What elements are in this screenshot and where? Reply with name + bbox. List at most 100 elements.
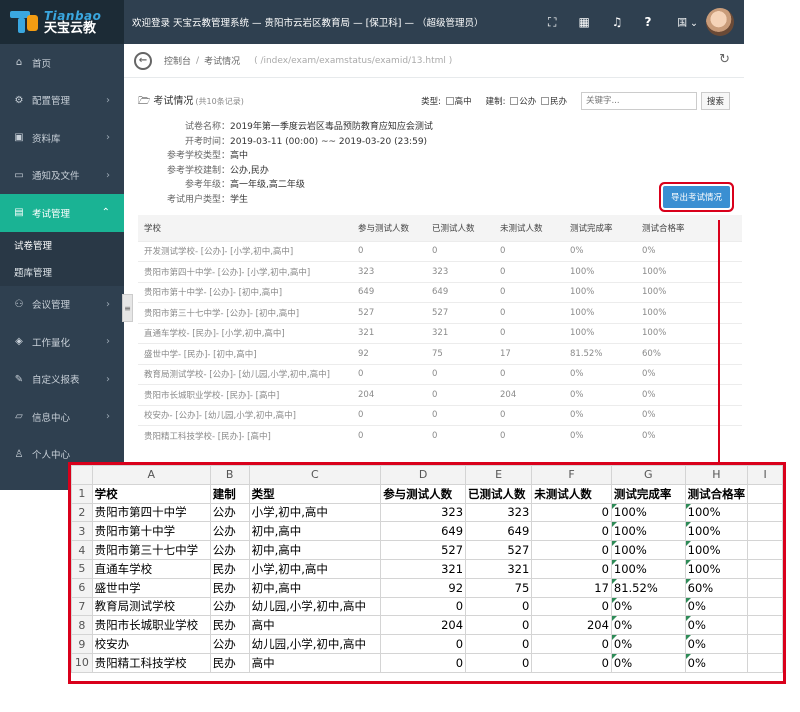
bell-icon[interactable]: ♫ — [612, 15, 623, 29]
sheet-cell[interactable]: 0 — [380, 596, 467, 617]
sheet-cell[interactable] — [747, 596, 783, 617]
column-header[interactable]: 已测试人数 — [426, 215, 494, 241]
sheet-cell[interactable]: 已测试人数 — [465, 483, 533, 504]
sheet-column-header[interactable]: I — [747, 465, 783, 485]
sheet-row-number[interactable]: 7 — [71, 596, 93, 617]
sheet-cell[interactable]: 321 — [465, 558, 533, 579]
sheet-cell[interactable]: 0% — [610, 615, 686, 636]
sheet-cell[interactable]: 0 — [380, 652, 467, 673]
refresh-icon[interactable]: ↻ — [719, 52, 730, 67]
sheet-cell[interactable]: 小学,初中,高中 — [248, 558, 382, 579]
sheet-cell[interactable]: 初中,高中 — [248, 521, 382, 542]
sheet-cell[interactable]: 0 — [531, 596, 612, 617]
submenu-item[interactable]: 题库管理 — [0, 259, 124, 286]
sidebar-item-gear[interactable]: ⚙ 配置管理 › — [0, 82, 124, 120]
sheet-cell[interactable]: 0% — [610, 652, 686, 673]
system-public-label[interactable]: 公办 — [519, 97, 536, 107]
sidebar-item-edit[interactable]: ✎ 自定义报表 › — [0, 361, 124, 399]
sheet-cell[interactable]: 100% — [610, 558, 686, 579]
sheet-cell[interactable]: 100% — [610, 521, 686, 542]
column-header[interactable]: 学校 — [138, 215, 352, 241]
sheet-cell[interactable]: 75 — [465, 577, 533, 598]
sheet-cell[interactable]: 未测试人数 — [531, 483, 612, 504]
sheet-column-header[interactable]: G — [610, 465, 686, 485]
sheet-cell[interactable]: 92 — [380, 577, 467, 598]
sheet-cell[interactable] — [747, 634, 783, 654]
sheet-column-header[interactable]: E — [465, 465, 533, 485]
sheet-cell[interactable]: 0 — [465, 615, 533, 636]
sheet-cell[interactable]: 幼儿园,小学,初中,高中 — [248, 596, 382, 617]
sheet-cell[interactable] — [747, 577, 783, 598]
sheet-cell[interactable]: 贵阳市第十中学 — [91, 521, 211, 542]
search-input[interactable] — [580, 92, 697, 110]
sheet-cell[interactable]: 类型 — [248, 483, 382, 504]
sheet-cell[interactable]: 204 — [531, 615, 612, 636]
sheet-row-number[interactable]: 5 — [71, 558, 93, 579]
sheet-cell[interactable]: 527 — [465, 540, 533, 560]
sheet-cell[interactable]: 幼儿园,小学,初中,高中 — [248, 634, 382, 654]
sheet-cell[interactable] — [747, 540, 783, 560]
sheet-row-number[interactable]: 10 — [71, 652, 93, 673]
column-header[interactable]: 参与测试人数 — [352, 215, 426, 241]
sheet-cell[interactable] — [747, 521, 783, 542]
sidebar-item-book[interactable]: ▤ 考试管理 ⌃ — [0, 194, 124, 232]
system-public-checkbox[interactable] — [510, 97, 519, 105]
sheet-cell[interactable]: 公办 — [209, 596, 250, 617]
sheet-cell[interactable]: 贵阳精工科技学校 — [91, 652, 211, 673]
sheet-cell[interactable]: 60% — [684, 577, 749, 598]
sheet-cell[interactable]: 民办 — [209, 652, 250, 673]
sheet-cell[interactable]: 17 — [531, 577, 612, 598]
sheet-cell[interactable]: 测试完成率 — [610, 483, 686, 504]
sheet-cell[interactable]: 0 — [531, 558, 612, 579]
sheet-column-header[interactable]: C — [248, 465, 382, 485]
sheet-cell[interactable] — [747, 652, 783, 673]
sheet-row-number[interactable]: 2 — [71, 502, 93, 523]
column-header[interactable]: 测试完成率 — [564, 215, 636, 241]
sidebar-item-database[interactable]: ▣ 资料库 › — [0, 119, 124, 157]
sheet-column-header[interactable]: F — [531, 465, 612, 485]
sheet-cell[interactable]: 0 — [465, 652, 533, 673]
system-private-checkbox[interactable] — [540, 97, 549, 105]
sheet-cell[interactable]: 100% — [684, 521, 749, 542]
sheet-cell[interactable]: 100% — [684, 540, 749, 560]
sheet-cell[interactable]: 0% — [610, 596, 686, 617]
sheet-cell[interactable]: 学校 — [91, 483, 211, 504]
search-button[interactable]: 搜索 — [700, 92, 730, 110]
submenu-item[interactable]: 试卷管理 — [0, 232, 124, 259]
sheet-cell[interactable]: 贵阳市第三十七中学 — [91, 540, 211, 560]
sheet-cell[interactable]: 贵阳市长城职业学校 — [91, 615, 211, 636]
sheet-cell[interactable]: 100% — [610, 540, 686, 560]
sheet-cell[interactable]: 0 — [531, 502, 612, 523]
sheet-cell[interactable]: 649 — [380, 521, 467, 542]
sheet-cell[interactable]: 0 — [380, 634, 467, 654]
sheet-cell[interactable]: 高中 — [248, 615, 382, 636]
sheet-cell[interactable]: 100% — [684, 558, 749, 579]
sheet-row-number[interactable]: 6 — [71, 577, 93, 598]
sheet-cell[interactable]: 盛世中学 — [91, 577, 211, 598]
sheet-cell[interactable]: 100% — [684, 502, 749, 523]
sheet-cell[interactable]: 0% — [684, 652, 749, 673]
sheet-cell[interactable]: 测试合格率 — [684, 483, 749, 504]
column-header[interactable]: 测试合格率 — [636, 215, 742, 241]
sheet-cell[interactable]: 民办 — [209, 577, 250, 598]
sheet-cell[interactable]: 649 — [465, 521, 533, 542]
help-icon[interactable]: ? — [645, 15, 652, 29]
sheet-column-header[interactable]: A — [91, 465, 211, 485]
sheet-cell[interactable]: 校安办 — [91, 634, 211, 654]
sheet-cell[interactable]: 直通车学校 — [91, 558, 211, 579]
sheet-cell[interactable]: 小学,初中,高中 — [248, 502, 382, 523]
sheet-cell[interactable]: 0% — [684, 596, 749, 617]
sheet-cell[interactable] — [747, 483, 783, 504]
sheet-cell[interactable]: 204 — [380, 615, 467, 636]
system-private-label[interactable]: 民办 — [550, 97, 567, 107]
sheet-row-number[interactable]: 4 — [71, 540, 93, 560]
sheet-cell[interactable]: 323 — [380, 502, 467, 523]
sheet-cell[interactable]: 初中,高中 — [248, 577, 382, 598]
type-highschool-checkbox[interactable] — [445, 97, 454, 105]
sheet-row-number[interactable]: 8 — [71, 615, 93, 636]
sheet-cell[interactable]: 81.52% — [610, 577, 686, 598]
sheet-column-header[interactable]: D — [380, 465, 467, 485]
type-highschool-label[interactable]: 高中 — [455, 97, 472, 107]
sheet-cell[interactable]: 公办 — [209, 521, 250, 542]
qrcode-icon[interactable]: ▦ — [578, 15, 589, 29]
